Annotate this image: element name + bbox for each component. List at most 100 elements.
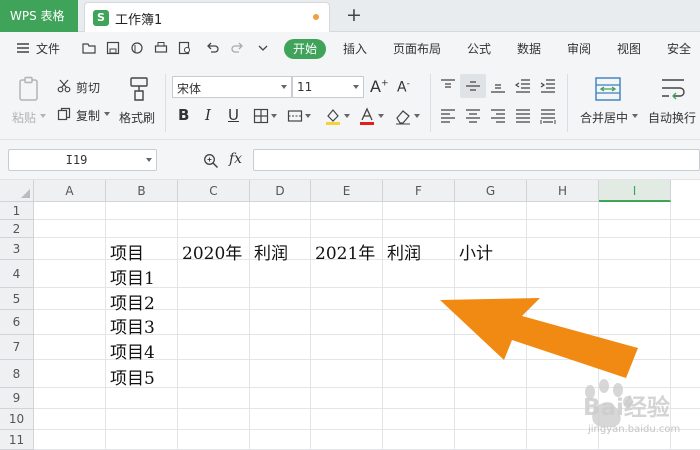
print-icon[interactable]	[154, 41, 168, 55]
insert-function-button[interactable]: fx	[229, 151, 242, 167]
cell-g3[interactable]: 小计	[459, 239, 493, 264]
row-header-7[interactable]: 7	[0, 335, 34, 360]
fill-color-icon[interactable]	[324, 107, 342, 125]
zoom-search-icon[interactable]	[203, 153, 219, 169]
align-bottom-icon[interactable]	[490, 78, 506, 94]
column-header-e[interactable]: E	[311, 180, 383, 202]
merge-center-icon[interactable]	[594, 76, 622, 102]
cell-e3[interactable]: 2021年	[315, 239, 375, 264]
hamburger-menu-icon[interactable]	[16, 41, 30, 55]
save-icon[interactable]	[106, 41, 120, 55]
cell-b4[interactable]: 项目1	[110, 264, 155, 289]
tab-formulas[interactable]: 公式	[467, 40, 491, 57]
align-right-icon[interactable]	[490, 108, 506, 124]
bold-button[interactable]: B	[178, 106, 189, 124]
menu-bar: 文件 开始 插入 页面布局 公式 数据 审阅 视图 安全	[0, 32, 700, 66]
tab-data[interactable]: 数据	[517, 40, 541, 57]
fill-color-dropdown-icon[interactable]	[344, 114, 350, 118]
column-header-g[interactable]: G	[455, 180, 527, 202]
decrease-indent-icon[interactable]	[515, 78, 531, 94]
clear-dropdown-icon[interactable]	[414, 114, 420, 118]
wrap-text-icon[interactable]	[660, 76, 686, 102]
cell-b6[interactable]: 项目3	[110, 313, 155, 338]
export-pdf-icon[interactable]	[130, 41, 144, 55]
open-folder-icon[interactable]	[82, 41, 96, 55]
format-painter-button[interactable]: 格式刷	[119, 109, 155, 126]
tab-home[interactable]: 开始	[284, 39, 326, 59]
underline-button[interactable]: U	[228, 106, 239, 124]
row-header-2[interactable]: 2	[0, 220, 34, 238]
distributed-align-icon[interactable]	[540, 108, 556, 124]
cell-style-dropdown-icon[interactable]	[305, 114, 311, 118]
name-box[interactable]: I19	[8, 149, 157, 171]
cell-style-icon[interactable]	[287, 108, 303, 124]
column-header-i[interactable]: I	[599, 180, 671, 202]
paste-icon[interactable]	[17, 76, 41, 102]
wrap-text-button[interactable]: 自动换行	[648, 109, 696, 126]
new-tab-plus-icon[interactable]: +	[346, 4, 362, 26]
column-header-f[interactable]: F	[383, 180, 455, 202]
align-left-icon[interactable]	[440, 108, 456, 124]
align-top-icon[interactable]	[440, 78, 456, 94]
font-color-dropdown-icon[interactable]	[378, 114, 384, 118]
increase-indent-icon[interactable]	[540, 78, 556, 94]
cut-button[interactable]: 剪切	[76, 79, 100, 96]
merge-center-button[interactable]: 合并居中	[580, 109, 628, 126]
row-header-1[interactable]: 1	[0, 202, 34, 220]
align-center-icon[interactable]	[465, 108, 481, 124]
copy-icon	[57, 107, 71, 121]
borders-dropdown-icon[interactable]	[271, 114, 277, 118]
tab-insert[interactable]: 插入	[343, 40, 367, 57]
paste-dropdown-icon[interactable]	[40, 114, 46, 118]
row-header-10[interactable]: 10	[0, 409, 34, 430]
cell-f3[interactable]: 利润	[387, 239, 421, 264]
italic-button[interactable]: I	[205, 106, 211, 124]
row-header-4[interactable]: 4	[0, 260, 34, 288]
cell-d3[interactable]: 利润	[254, 239, 288, 264]
align-middle-icon[interactable]	[465, 78, 481, 94]
eraser-icon[interactable]	[394, 107, 412, 125]
row-header-9[interactable]: 9	[0, 388, 34, 409]
column-header-b[interactable]: B	[106, 180, 178, 202]
cell-c3[interactable]: 2020年	[182, 239, 242, 264]
format-painter-icon[interactable]	[128, 76, 150, 102]
column-header-h[interactable]: H	[527, 180, 599, 202]
paste-button[interactable]: 粘贴	[12, 109, 36, 126]
cell-b7[interactable]: 项目4	[110, 338, 155, 363]
increase-font-size-icon[interactable]: A+	[370, 77, 389, 96]
row-header-11[interactable]: 11	[0, 430, 34, 450]
row-header-8[interactable]: 8	[0, 360, 34, 388]
tab-view[interactable]: 视图	[617, 40, 641, 57]
row-header-5[interactable]: 5	[0, 288, 34, 310]
justify-icon[interactable]	[515, 108, 531, 124]
copy-dropdown-icon[interactable]	[104, 112, 110, 116]
font-size-select[interactable]: 11	[292, 76, 364, 98]
column-header-d[interactable]: D	[250, 180, 311, 202]
wps-app-tab[interactable]: WPS 表格	[0, 0, 78, 32]
formula-input[interactable]	[253, 149, 700, 171]
cell-b8[interactable]: 项目5	[110, 364, 155, 389]
print-preview-icon[interactable]	[178, 41, 192, 55]
column-header-c[interactable]: C	[178, 180, 250, 202]
tab-review[interactable]: 审阅	[567, 40, 591, 57]
font-color-icon[interactable]	[358, 107, 376, 125]
quick-access-dropdown-icon[interactable]	[256, 41, 270, 55]
row-header-6[interactable]: 6	[0, 310, 34, 335]
undo-icon[interactable]	[206, 41, 220, 55]
copy-button[interactable]: 复制	[76, 107, 100, 124]
merge-center-dropdown-icon[interactable]	[632, 114, 638, 118]
decrease-font-size-icon[interactable]: A-	[397, 79, 410, 96]
document-tab[interactable]: S 工作簿1	[84, 2, 330, 32]
tab-page-layout[interactable]: 页面布局	[393, 40, 441, 57]
font-name-select[interactable]: 宋体	[172, 76, 292, 98]
cell-b5[interactable]: 项目2	[110, 289, 155, 314]
row-header-3[interactable]: 3	[0, 238, 34, 260]
menu-file[interactable]: 文件	[36, 40, 60, 57]
borders-icon[interactable]	[253, 108, 269, 124]
select-all-corner[interactable]	[0, 180, 34, 202]
tab-security[interactable]: 安全	[667, 40, 691, 57]
font-name-value: 宋体	[177, 82, 202, 96]
redo-icon[interactable]	[230, 41, 244, 55]
column-header-a[interactable]: A	[34, 180, 106, 202]
cell-b3[interactable]: 项目	[110, 239, 144, 264]
